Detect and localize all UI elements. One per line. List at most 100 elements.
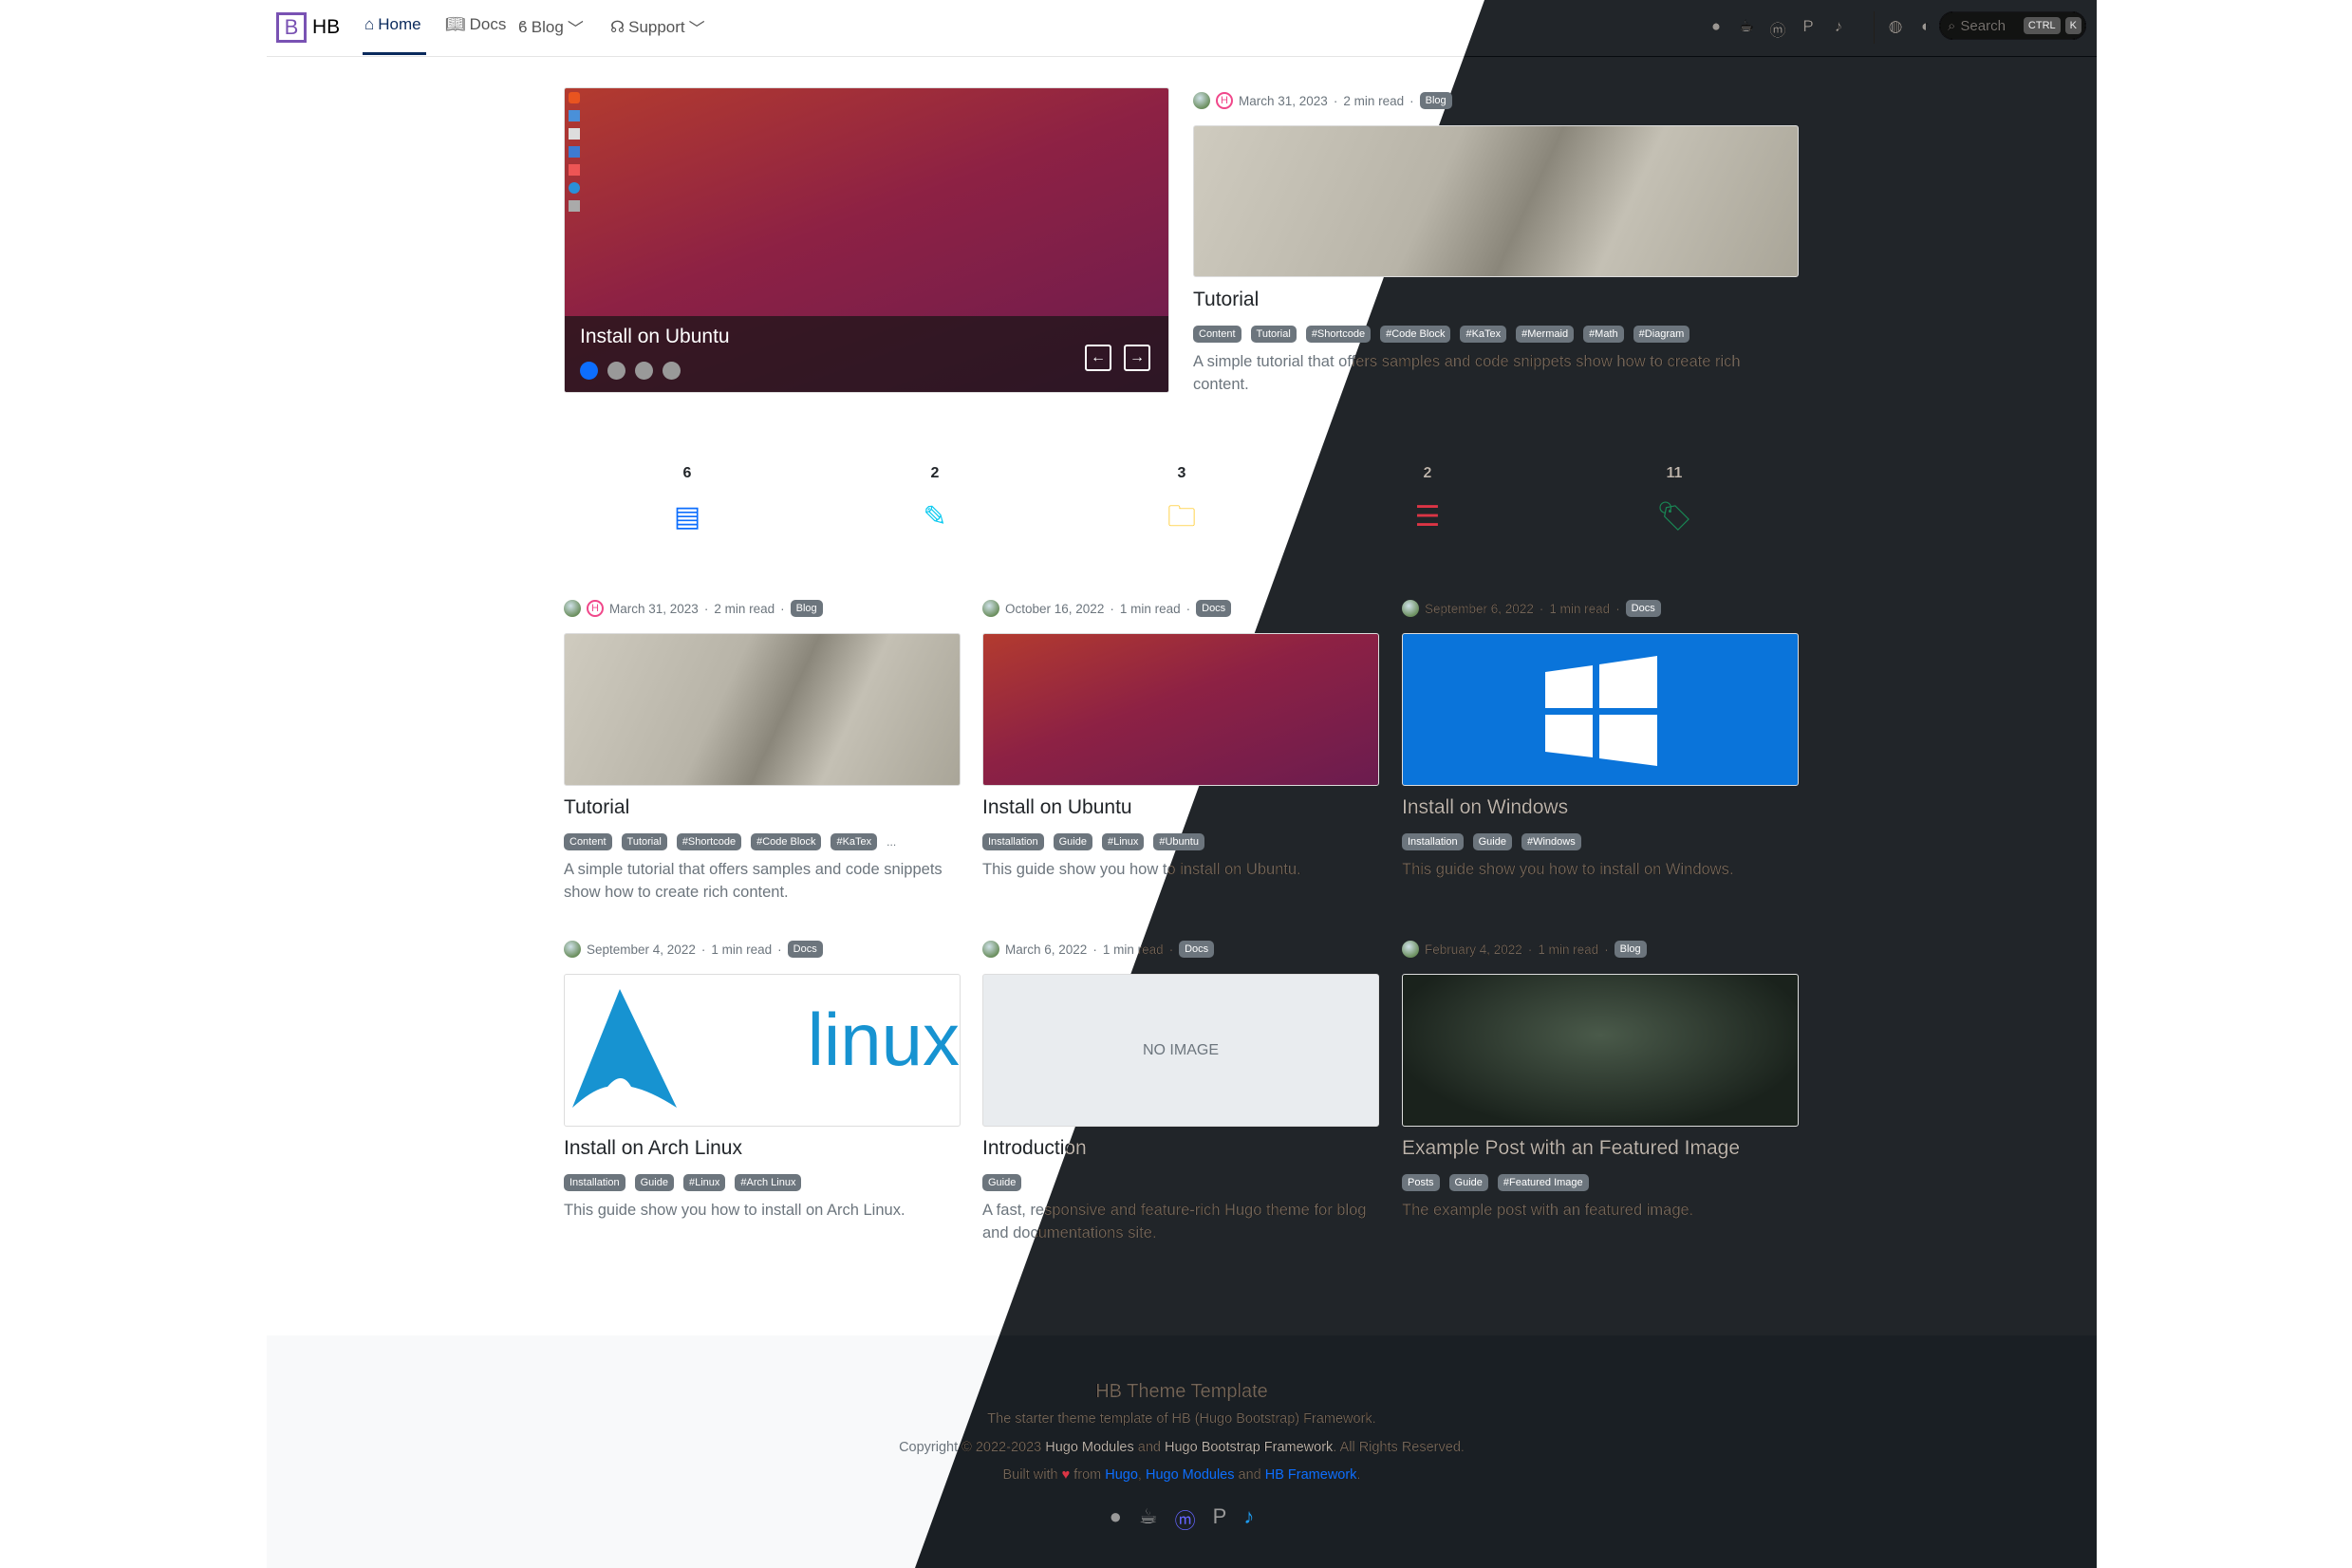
post-image[interactable]: NO IMAGE	[982, 974, 1379, 1127]
nav-blog[interactable]: ϐ Blog ﹀	[518, 15, 584, 39]
carousel-title: Install on Ubuntu	[580, 326, 730, 347]
stat-folder[interactable]: 3 🗀	[1153, 465, 1210, 533]
tag-badge[interactable]: Posts	[1402, 1174, 1440, 1191]
section-badge[interactable]: Blog	[1419, 92, 1452, 109]
nav-docs[interactable]: 📖︎ Docs	[445, 15, 506, 34]
globe-icon[interactable]: ◍	[1886, 17, 1905, 36]
post-title[interactable]: Tutorial	[564, 796, 629, 819]
kofi-icon[interactable]: ☕︎	[1139, 1504, 1158, 1535]
stat-list[interactable]: 2 ☰	[1399, 465, 1456, 533]
hb-framework-link[interactable]: HB Framework	[1265, 1467, 1357, 1483]
section-badge[interactable]: Docs	[1179, 941, 1215, 958]
carousel-prev-button[interactable]: ←	[1085, 345, 1111, 371]
post-title[interactable]: Install on Ubuntu	[982, 796, 1132, 819]
tag-badge[interactable]: #Code Block	[1380, 326, 1451, 343]
indicator-1[interactable]	[580, 362, 598, 380]
mastodon-icon[interactable]: ⓜ	[1175, 1504, 1196, 1535]
tag-badge[interactable]: Installation	[982, 833, 1044, 850]
windows-logo	[1545, 656, 1657, 766]
twitter-icon[interactable]: ♪	[1243, 1504, 1254, 1535]
brand[interactable]: B HB	[276, 12, 340, 43]
hugo-modules-link[interactable]: Hugo Modules	[1146, 1467, 1235, 1483]
stat-edit[interactable]: 2 ✎	[906, 465, 963, 533]
post-title[interactable]: Install on Arch Linux	[564, 1137, 742, 1160]
post-tags: Installation Guide #Linux #Arch Linux	[564, 1174, 802, 1191]
featured-desc: A simple tutorial that offers samples an…	[1193, 353, 1741, 393]
search-input[interactable]: ⌕ Search CTRL K	[1939, 11, 2086, 40]
hugo-link[interactable]: Hugo	[1105, 1467, 1138, 1483]
stat-post[interactable]: 6 ▤	[659, 465, 716, 533]
section-badge[interactable]: Blog	[790, 600, 823, 617]
github-icon[interactable]: ●	[1707, 17, 1726, 36]
section-badge[interactable]: Docs	[1625, 600, 1661, 617]
tag-badge[interactable]: Guide	[634, 1174, 674, 1191]
post-image[interactable]: linux	[564, 974, 961, 1127]
tag-badge[interactable]: Tutorial	[621, 833, 667, 850]
tag-badge[interactable]: #Math	[1583, 326, 1624, 343]
tag-badge[interactable]: Guide	[982, 1174, 1022, 1191]
tag-badge[interactable]: #Shortcode	[676, 833, 742, 850]
nav-home[interactable]: ⌂ Home	[364, 15, 421, 34]
pin-icon: H	[587, 600, 604, 617]
avatar	[982, 941, 999, 958]
tag-badge[interactable]: Content	[1193, 326, 1241, 343]
tag-badge[interactable]: Installation	[1402, 833, 1464, 850]
tag-badge[interactable]: #Linux	[1101, 833, 1145, 850]
post-title[interactable]: Install on Windows	[1402, 796, 1568, 819]
tag-badge[interactable]: Guide	[1448, 1174, 1488, 1191]
avatar	[982, 600, 999, 617]
footer-copyright: Copyright © 2022-2023 Hugo Modules and H…	[899, 1440, 1465, 1455]
tag-badge[interactable]: Guide	[1053, 833, 1092, 850]
mastodon-icon[interactable]: ⓜ	[1768, 17, 1787, 41]
tag-badge[interactable]: #Arch Linux	[735, 1174, 802, 1191]
twitter-icon[interactable]: ♪	[1829, 17, 1848, 36]
footer: HB Theme Template The starter theme temp…	[267, 1335, 2097, 1568]
tag-badge[interactable]: #Diagram	[1633, 326, 1690, 343]
tag-badge[interactable]: #Linux	[682, 1174, 726, 1191]
hb-framework-link[interactable]: Hugo Bootstrap Framework	[1165, 1440, 1333, 1455]
logo-text: linux	[807, 998, 960, 1081]
post-title[interactable]: Introduction	[982, 1137, 1087, 1160]
github-icon[interactable]: ●	[1110, 1504, 1122, 1535]
section-badge[interactable]: Docs	[787, 941, 823, 958]
indicator-3[interactable]	[635, 362, 653, 380]
featured-image[interactable]	[1193, 125, 1799, 277]
hugo-modules-link[interactable]: Hugo Modules	[1045, 1440, 1134, 1455]
kofi-icon[interactable]: ☕︎	[1737, 17, 1756, 36]
post-title[interactable]: Example Post with an Featured Image	[1402, 1137, 1740, 1160]
carousel-caption: Install on Ubuntu ← →	[565, 316, 1168, 392]
post-image[interactable]	[564, 633, 961, 786]
post-image[interactable]	[1402, 974, 1799, 1127]
tag-badge[interactable]: #KaTex	[831, 833, 878, 850]
post-desc: This guide show you how to install on Ub…	[982, 861, 1301, 878]
tag-badge[interactable]: #KaTex	[1460, 326, 1507, 343]
contrast-icon[interactable]: ◐	[1916, 17, 1935, 36]
tag-badge[interactable]: Installation	[564, 1174, 625, 1191]
indicator-2[interactable]	[607, 362, 625, 380]
post-image[interactable]	[982, 633, 1379, 786]
featured-title[interactable]: Tutorial	[1193, 289, 1259, 311]
tag-badge[interactable]: #Ubuntu	[1153, 833, 1204, 850]
home-icon: ⌂	[364, 15, 375, 33]
tag-badge[interactable]: #Code Block	[751, 833, 822, 850]
paypal-icon[interactable]: P	[1799, 17, 1818, 36]
tag-badge[interactable]: Tutorial	[1250, 326, 1297, 343]
kbd-k: K	[2064, 17, 2081, 34]
carousel-next-button[interactable]: →	[1124, 345, 1150, 371]
indicator-4[interactable]	[663, 362, 681, 380]
section-badge[interactable]: Docs	[1196, 600, 1232, 617]
tag-badge[interactable]: #Featured Image	[1497, 1174, 1589, 1191]
post-meta: September 4, 2022 · 1 min read · Docs	[564, 941, 823, 958]
tag-badge[interactable]: Content	[564, 833, 612, 850]
tag-badge[interactable]: #Mermaid	[1516, 326, 1575, 343]
paypal-icon[interactable]: P	[1213, 1504, 1227, 1535]
tag-badge[interactable]: Guide	[1472, 833, 1512, 850]
section-badge[interactable]: Blog	[1614, 941, 1647, 958]
stat-tag[interactable]: 11 🏷︎	[1646, 465, 1703, 533]
tag-badge[interactable]: #Shortcode	[1305, 326, 1372, 343]
post-tags: Content Tutorial #Shortcode #Code Block #KaT…	[564, 833, 896, 850]
nav-support[interactable]: ☊ Support ﹀	[610, 15, 705, 39]
post-image[interactable]	[1402, 633, 1799, 786]
tag-badge[interactable]: #Windows	[1521, 833, 1581, 850]
carousel[interactable]: Install on Ubuntu ← →	[564, 87, 1169, 393]
